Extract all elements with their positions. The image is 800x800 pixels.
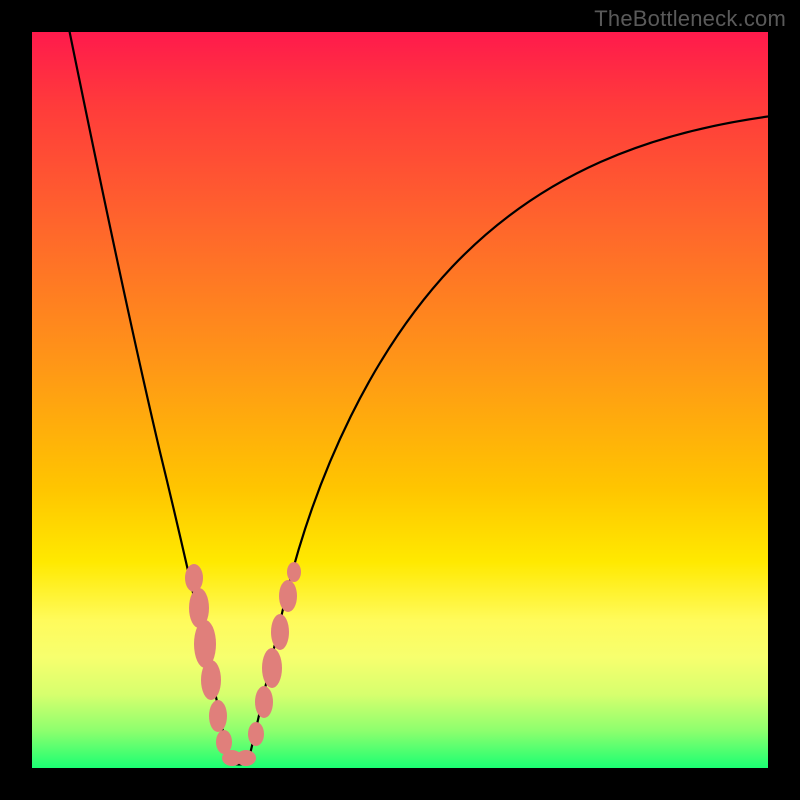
chart-frame: TheBottleneck.com [0, 0, 800, 800]
blob-right-4 [271, 614, 289, 650]
blob-right-3 [262, 648, 282, 688]
blob-left-6 [216, 730, 232, 754]
blob-left-1 [185, 564, 203, 592]
curve-layer [32, 32, 768, 768]
blob-left-4 [201, 660, 221, 700]
watermark-text: TheBottleneck.com [594, 6, 786, 32]
blob-left-5 [209, 700, 227, 732]
blob-right-1 [248, 722, 264, 746]
blob-left-2 [189, 588, 209, 628]
blob-left-3 [194, 620, 216, 668]
blob-right-2 [255, 686, 273, 718]
blob-bottom-2 [236, 750, 256, 766]
curve-valley [230, 762, 248, 765]
blob-right-5 [279, 580, 297, 612]
plot-area [32, 32, 768, 768]
blob-bottom-1 [222, 750, 242, 766]
curve-right-branch [248, 116, 768, 762]
blob-right-6 [287, 562, 301, 582]
curve-left-branch [68, 32, 230, 762]
